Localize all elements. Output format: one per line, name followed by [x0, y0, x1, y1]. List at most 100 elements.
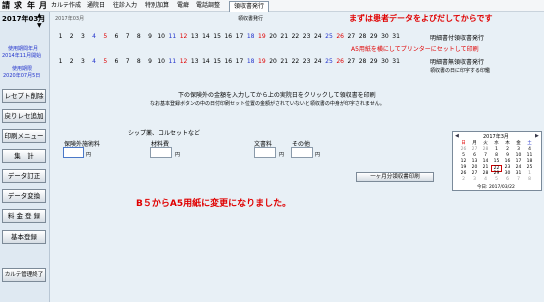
menu-special-addition[interactable]: 特別加算 — [145, 0, 169, 12]
day-cell[interactable]: 20 — [269, 58, 278, 66]
day-cell[interactable]: 16 — [224, 33, 233, 41]
day-cell[interactable]: 4 — [90, 33, 99, 41]
calendar-day[interactable]: 30 — [502, 171, 513, 176]
day-cell[interactable]: 6 — [112, 58, 121, 66]
document-fee-input[interactable] — [254, 147, 276, 158]
day-cell[interactable]: 19 — [257, 58, 266, 66]
menu-house-call[interactable]: 往診入力 — [113, 0, 137, 12]
menu-phone-adjust[interactable]: 電話調整 — [196, 0, 220, 12]
day-cell[interactable]: 18 — [246, 33, 255, 41]
day-cell[interactable]: 13 — [190, 58, 199, 66]
calendar-day[interactable]: 17 — [513, 159, 524, 164]
calendar-prev-icon[interactable]: ◀ — [455, 133, 459, 139]
menu-visit-day[interactable]: 通院日 — [87, 0, 105, 12]
day-cell[interactable]: 27 — [347, 33, 356, 41]
fee-registration-button[interactable]: 料 金 登 録 — [2, 209, 46, 223]
calendar-day[interactable]: 21 — [480, 165, 491, 170]
day-cell[interactable]: 24 — [313, 58, 322, 66]
calendar-day[interactable]: 25 — [524, 165, 535, 170]
calendar-day[interactable]: 5 — [491, 177, 502, 182]
day-cell[interactable]: 15 — [213, 33, 222, 41]
day-cell[interactable]: 21 — [280, 58, 289, 66]
calendar-day[interactable]: 3 — [513, 147, 524, 152]
day-cell[interactable]: 16 — [224, 58, 233, 66]
calendar-day[interactable]: 6 — [469, 153, 480, 158]
calendar-next-icon[interactable]: ▶ — [535, 133, 539, 139]
day-cell[interactable]: 11 — [168, 58, 177, 66]
day-cell[interactable]: 26 — [336, 58, 345, 66]
day-cell[interactable]: 12 — [179, 58, 188, 66]
day-cell[interactable]: 3 — [78, 33, 87, 41]
day-cell[interactable]: 18 — [246, 58, 255, 66]
day-cell[interactable]: 31 — [392, 58, 401, 66]
calendar-day[interactable]: 15 — [491, 159, 502, 164]
data-conversion-button[interactable]: データ変換 — [2, 189, 46, 203]
day-cell[interactable]: 7 — [123, 33, 132, 41]
day-cell[interactable]: 14 — [201, 58, 210, 66]
menu-receipt-issue[interactable]: 領収書発行 — [229, 1, 270, 12]
day-cell[interactable]: 8 — [134, 33, 143, 41]
calendar-day[interactable]: 4 — [524, 147, 535, 152]
day-cell[interactable]: 31 — [392, 33, 401, 41]
day-cell[interactable]: 12 — [179, 33, 188, 41]
day-cell[interactable]: 27 — [347, 58, 356, 66]
calendar-day[interactable]: 1 — [491, 147, 502, 152]
karte-management-exit-button[interactable]: カルテ管理終了 — [2, 268, 46, 282]
day-cell[interactable]: 5 — [101, 33, 110, 41]
calendar-day[interactable]: 11 — [524, 153, 535, 158]
day-cell[interactable]: 25 — [325, 33, 334, 41]
day-cell[interactable]: 17 — [235, 58, 244, 66]
calendar-day[interactable]: 26 — [458, 171, 469, 176]
calendar-day[interactable]: 19 — [458, 165, 469, 170]
menu-karte-create[interactable]: カルテ作成 — [51, 0, 81, 12]
day-cell[interactable]: 17 — [235, 33, 244, 41]
calendar-day[interactable]: 8 — [491, 153, 502, 158]
data-correction-button[interactable]: データ訂正 — [2, 169, 46, 183]
menu-seikyu-1[interactable]: 請 — [2, 0, 11, 12]
monthly-receipt-print-button[interactable]: 一ヶ月分領収書印刷 — [356, 172, 434, 182]
calendar-day[interactable]: 28 — [480, 171, 491, 176]
day-cell[interactable]: 23 — [302, 33, 311, 41]
materials-input[interactable] — [150, 147, 172, 158]
day-cell[interactable]: 20 — [269, 33, 278, 41]
day-cell[interactable]: 21 — [280, 33, 289, 41]
calendar-day[interactable]: 27 — [469, 147, 480, 152]
calendar-today[interactable]: 今日: 2017/03/22 — [477, 184, 515, 190]
day-cell[interactable]: 29 — [369, 33, 378, 41]
calendar-day[interactable]: 13 — [469, 159, 480, 164]
day-cell[interactable]: 2 — [67, 33, 76, 41]
day-cell[interactable]: 13 — [190, 33, 199, 41]
calendar-day[interactable]: 6 — [502, 177, 513, 182]
day-cell[interactable]: 7 — [123, 58, 132, 66]
day-cell[interactable]: 19 — [257, 33, 266, 41]
day-cell[interactable]: 9 — [146, 58, 155, 66]
calendar-day[interactable]: 27 — [469, 171, 480, 176]
day-cell[interactable]: 25 — [325, 58, 334, 66]
add-returned-receipt-button[interactable]: 戻りレセ追加 — [2, 109, 46, 123]
day-cell[interactable]: 29 — [369, 58, 378, 66]
down-arrow-icon[interactable]: ▼ — [37, 22, 42, 29]
day-cell[interactable]: 4 — [90, 58, 99, 66]
calendar-day[interactable]: 1 — [524, 171, 535, 176]
calendar-day[interactable]: 5 — [458, 153, 469, 158]
day-cell[interactable]: 30 — [380, 58, 389, 66]
day-cell[interactable]: 22 — [291, 58, 300, 66]
calendar-day[interactable]: 16 — [502, 159, 513, 164]
day-cell[interactable]: 14 — [201, 33, 210, 41]
calendar-day[interactable]: 7 — [513, 177, 524, 182]
day-cell[interactable]: 26 — [336, 33, 345, 41]
day-cell[interactable]: 5 — [101, 58, 110, 66]
calendar-day[interactable]: 23 — [502, 165, 513, 170]
other-input[interactable] — [291, 147, 313, 158]
basic-registration-button[interactable]: 基本登録 — [2, 230, 46, 244]
calendar-day[interactable]: 14 — [480, 159, 491, 164]
calendar-day[interactable]: 20 — [469, 165, 480, 170]
day-cell[interactable]: 1 — [56, 58, 65, 66]
calendar-day[interactable]: 24 — [513, 165, 524, 170]
calendar-day[interactable]: 2 — [458, 177, 469, 182]
day-cell[interactable]: 30 — [380, 33, 389, 41]
day-cell[interactable]: 10 — [157, 58, 166, 66]
day-cell[interactable]: 2 — [67, 58, 76, 66]
calendar-day[interactable]: 8 — [524, 177, 535, 182]
calendar-day[interactable]: 26 — [458, 147, 469, 152]
